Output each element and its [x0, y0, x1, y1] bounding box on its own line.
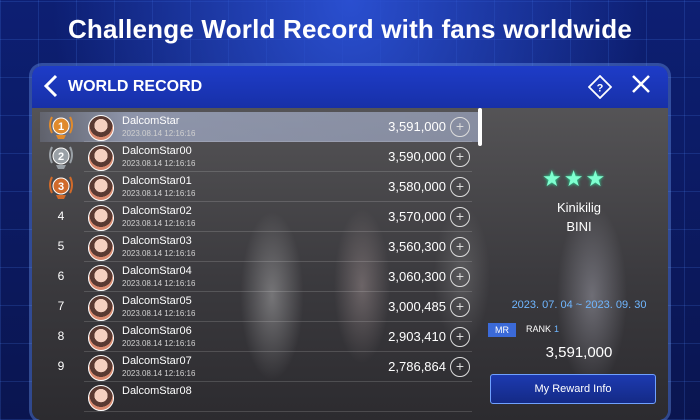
plus-icon[interactable]: + [450, 267, 470, 287]
rank-number: 2 [58, 151, 64, 163]
header-bar: WORLD RECORD ? [32, 66, 668, 108]
plus-icon[interactable]: + [450, 327, 470, 347]
page-title: WORLD RECORD [68, 78, 203, 95]
record-date: 2023.08.14 12:16:16 [122, 369, 196, 378]
player-name: DalcomStar03 [122, 235, 192, 247]
player-name: DalcomStar08 [122, 385, 192, 397]
rank-number: 7 [57, 299, 65, 313]
player-name: DalcomStar04 [122, 265, 192, 277]
table-row[interactable]: 6 DalcomStar04 2023.08.14 12:16:16 3,060,30… [40, 262, 480, 292]
avatar [88, 355, 114, 381]
player-name: DalcomStar00 [122, 145, 192, 157]
world-record-panel: WORLD RECORD ? 1 DalcomStar 2023.08.14 12:… [32, 66, 668, 420]
table-row[interactable]: 2 DalcomStar00 2023.08.14 12:16:16 3,590,00… [40, 142, 480, 172]
record-date: 2023.08.14 12:16:16 [122, 279, 196, 288]
rank-medal-icon: 1 [46, 113, 76, 141]
difficulty-stars: ★★★ [542, 166, 608, 191]
chevron-left-icon[interactable] [42, 74, 66, 100]
plus-icon[interactable]: + [450, 117, 470, 137]
avatar [88, 115, 114, 141]
plus-icon[interactable]: + [450, 207, 470, 227]
score: 3,580,000 [388, 179, 446, 194]
player-name: DalcomStar02 [122, 205, 192, 217]
artist-name: BINI [566, 219, 592, 234]
song-title: Kinikilig [556, 200, 602, 215]
rank-number: 9 [57, 359, 65, 373]
table-row[interactable]: 8 DalcomStar06 2023.08.14 12:16:16 2,903,41… [40, 322, 480, 352]
player-name: DalcomStar [122, 115, 180, 127]
plus-icon[interactable]: + [450, 297, 470, 317]
player-name: DalcomStar06 [122, 325, 192, 337]
record-date: 2023.08.14 12:16:16 [122, 129, 196, 138]
table-row[interactable]: 5 DalcomStar03 2023.08.14 12:16:16 3,560,30… [40, 232, 480, 262]
rank-number: 8 [57, 329, 65, 343]
rank-number: 6 [57, 269, 65, 283]
record-date: 2023.08.14 12:16:16 [122, 219, 196, 228]
score: 2,786,864 [388, 359, 446, 374]
best-score: 3,591,000 [545, 344, 613, 361]
rank-value: 1 [554, 324, 560, 334]
rank-medal-icon: 2 [46, 143, 76, 171]
table-row[interactable]: 9 DalcomStar07 2023.08.14 12:16:16 2,786,86… [40, 352, 480, 382]
score: 3,591,000 [388, 119, 446, 134]
rank-number: 5 [57, 239, 65, 253]
event-period: 2023. 07. 04 ~ 2023. 09. 30 [511, 299, 647, 311]
avatar [88, 175, 114, 201]
avatar [88, 385, 114, 411]
record-date: 2023.08.14 12:16:16 [122, 339, 196, 348]
score: 3,560,300 [388, 239, 446, 254]
promo-banner-text: Challenge World Record with fans worldwi… [67, 14, 633, 44]
record-date: 2023.08.14 12:16:16 [122, 159, 196, 168]
score: 3,570,000 [388, 209, 446, 224]
rank-number: 4 [57, 209, 65, 223]
plus-icon[interactable]: + [450, 237, 470, 257]
song-info-panel: ★★★ Kinikilig BINI 2023. 07. 04 ~ 2023. … [488, 108, 668, 420]
score: 2,903,410 [388, 329, 446, 344]
record-date: 2023.08.14 12:16:16 [122, 309, 196, 318]
score: 3,000,485 [388, 299, 446, 314]
table-row[interactable]: 1 DalcomStar 2023.08.14 12:16:16 3,591,000 + [40, 112, 480, 142]
score: 3,060,300 [388, 269, 446, 284]
rank-number: 1 [58, 121, 64, 133]
plus-icon[interactable]: + [450, 147, 470, 167]
player-name: DalcomStar07 [122, 355, 192, 367]
avatar [88, 295, 114, 321]
record-date: 2023.08.14 12:16:16 [122, 249, 196, 258]
table-row[interactable]: 4 DalcomStar02 2023.08.14 12:16:16 3,570,00… [40, 202, 480, 232]
rank-medal-icon: 3 [46, 173, 76, 201]
my-reward-info-button[interactable]: My Reward Info [490, 374, 656, 404]
scrollbar[interactable] [478, 108, 482, 146]
table-row[interactable]: DalcomStar08 [40, 382, 480, 412]
rank-number: 3 [58, 181, 64, 193]
score: 3,590,000 [388, 149, 446, 164]
plus-icon[interactable]: + [450, 177, 470, 197]
leaderboard-list[interactable]: 1 DalcomStar 2023.08.14 12:16:16 3,591,000 +… [40, 108, 480, 420]
help-diamond-icon[interactable]: ? [587, 74, 613, 100]
svg-text:?: ? [597, 83, 604, 95]
player-name: DalcomStar01 [122, 175, 192, 187]
row-divider [84, 411, 472, 412]
record-date: 2023.08.14 12:16:16 [122, 189, 196, 198]
plus-icon[interactable]: + [450, 357, 470, 377]
avatar [88, 265, 114, 291]
avatar [88, 145, 114, 171]
avatar [88, 235, 114, 261]
rank-label: RANK [526, 324, 552, 334]
table-row[interactable]: 3 DalcomStar01 2023.08.14 12:16:16 3,580,00… [40, 172, 480, 202]
player-name: DalcomStar05 [122, 295, 192, 307]
avatar [88, 325, 114, 351]
table-row[interactable]: 7 DalcomStar05 2023.08.14 12:16:16 3,000,48… [40, 292, 480, 322]
mr-badge: MR [488, 323, 516, 337]
avatar [88, 205, 114, 231]
close-icon[interactable] [628, 73, 654, 99]
